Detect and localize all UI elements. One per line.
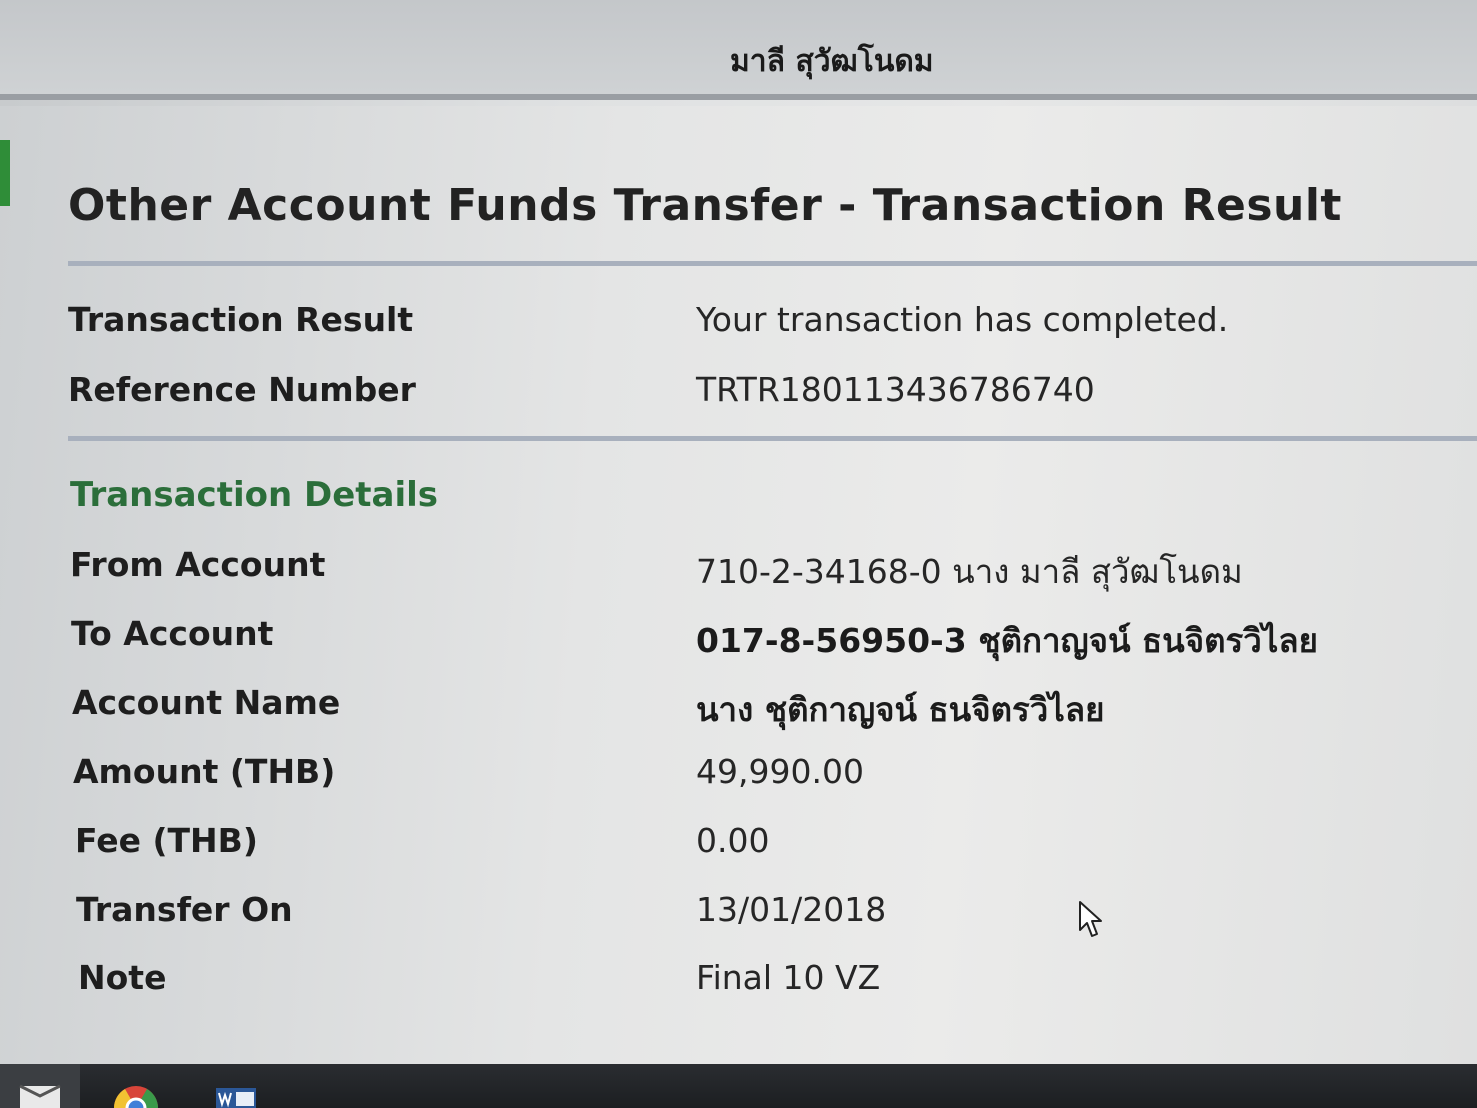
left-accent-bar bbox=[0, 140, 10, 206]
transfer-on-value: 13/01/2018 bbox=[696, 890, 887, 929]
header-bar: มาลี สุวัฒโนดม bbox=[0, 0, 1477, 100]
word-icon[interactable] bbox=[200, 1064, 270, 1108]
transaction-result-value: Your transaction has completed. bbox=[696, 300, 1229, 339]
account-name-label: Account Name bbox=[72, 683, 341, 722]
taskbar bbox=[0, 1064, 1477, 1108]
amount-value: 49,990.00 bbox=[696, 752, 864, 791]
chrome-icon[interactable] bbox=[100, 1064, 170, 1108]
start-icon[interactable] bbox=[0, 1064, 80, 1108]
account-name-value: นาง ชุติกาญจน์ ธนจิตรวิไลย bbox=[696, 690, 1105, 729]
to-account-value: 017-8-56950-3 ชุติกาญจน์ ธนจิตรวิไลย bbox=[696, 621, 1318, 660]
from-account-value: 710-2-34168-0 นาง มาลี สุวัฒโนดม bbox=[696, 552, 1243, 591]
header-user-name: มาลี สุวัฒโนดม bbox=[730, 44, 934, 79]
result-divider bbox=[68, 436, 1477, 441]
to-account-label: To Account bbox=[71, 614, 274, 653]
page-title: Other Account Funds Transfer - Transacti… bbox=[68, 180, 1342, 231]
amount-label: Amount (THB) bbox=[73, 752, 336, 791]
fee-value: 0.00 bbox=[696, 821, 770, 860]
screen: มาลี สุวัฒโนดม Other Account Funds Trans… bbox=[0, 0, 1477, 1108]
title-divider bbox=[68, 261, 1477, 266]
mouse-cursor-icon bbox=[1079, 901, 1102, 937]
reference-number-value: TRTR180113436786740 bbox=[696, 370, 1095, 409]
fee-label: Fee (THB) bbox=[75, 821, 258, 860]
note-value: Final 10 VZ bbox=[696, 958, 881, 997]
note-label: Note bbox=[78, 958, 167, 997]
reference-number-label: Reference Number bbox=[68, 370, 416, 409]
transaction-details-heading: Transaction Details bbox=[70, 475, 439, 515]
transaction-result-label: Transaction Result bbox=[68, 300, 414, 339]
from-account-label: From Account bbox=[70, 545, 326, 584]
transfer-on-label: Transfer On bbox=[76, 890, 293, 929]
